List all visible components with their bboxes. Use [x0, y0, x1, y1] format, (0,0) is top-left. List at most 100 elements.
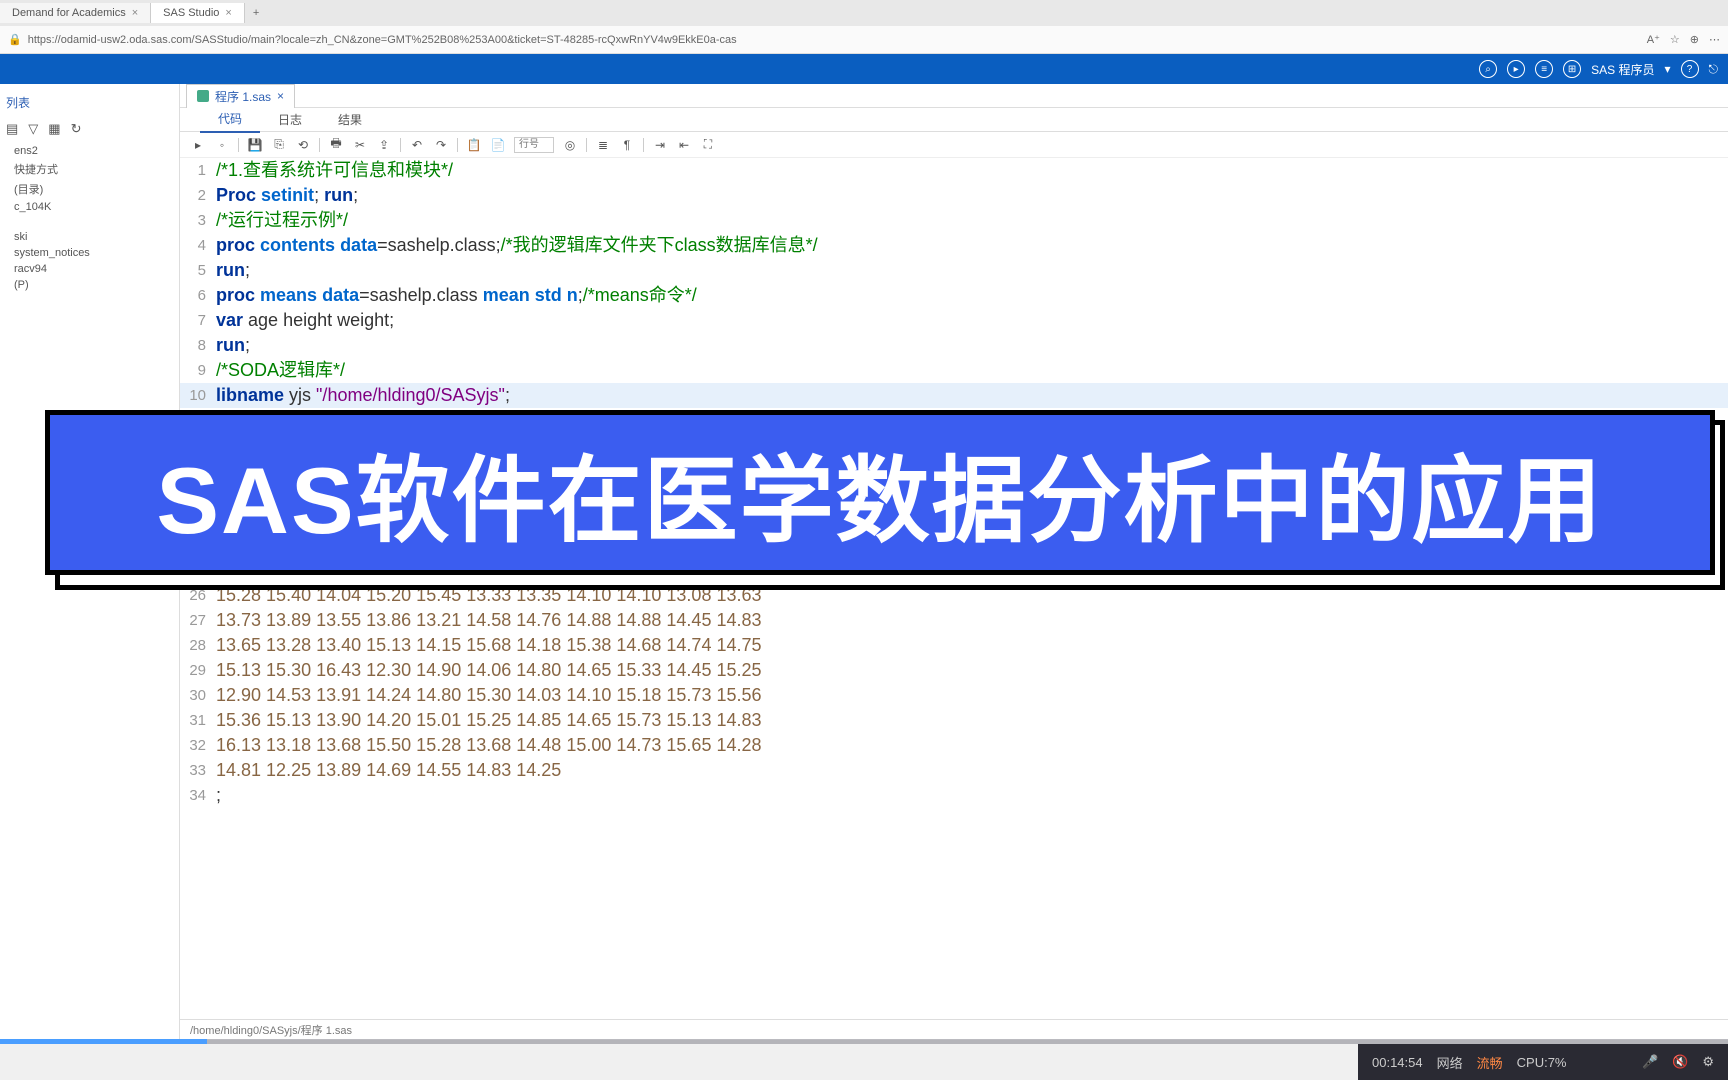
net-label: 网络: [1437, 1053, 1463, 1072]
close-icon[interactable]: ×: [277, 89, 284, 103]
share-icon[interactable]: ⇪: [376, 137, 392, 153]
status-path: /home/hlding0/SASyjs/程序 1.sas: [180, 1019, 1728, 1040]
code-line[interactable]: 3/*运行过程示例*/: [180, 208, 1728, 233]
format-icon[interactable]: ≣: [595, 137, 611, 153]
code-text: var age height weight;: [216, 308, 1728, 333]
editor-toolbar: ▸ ◦ 💾 ⎘ ⟲ 🖶 ✂ ⇪ ↶ ↷ 📋 📄 ◎ ≣ ¶ ⇥ ⇤ ⛶: [180, 132, 1728, 158]
code-line[interactable]: 4proc contents data=sashelp.class;/*我的逻辑…: [180, 233, 1728, 258]
view-icon[interactable]: ▦: [48, 121, 60, 137]
help-icon[interactable]: ?: [1681, 60, 1699, 78]
code-line[interactable]: 3012.90 14.53 13.91 14.24 14.80 15.30 14…: [180, 683, 1728, 708]
print-icon[interactable]: 🖶: [328, 137, 344, 153]
dropdown-icon[interactable]: ▾: [1664, 62, 1670, 76]
line-number: 9: [180, 358, 216, 383]
more-icon[interactable]: ⊞: [1563, 60, 1581, 78]
redo-icon[interactable]: ↷: [433, 137, 449, 153]
new-tab-button[interactable]: +: [245, 3, 267, 23]
fullscreen-icon[interactable]: ⛶: [700, 137, 716, 153]
url-text[interactable]: https://odamid-usw2.oda.sas.com/SASStudi…: [28, 34, 1647, 46]
expand-icon[interactable]: ▤: [6, 121, 18, 137]
sidebar-item[interactable]: (目录): [6, 179, 173, 199]
read-aloud-icon[interactable]: A⁺: [1647, 33, 1660, 46]
run-icon[interactable]: ▸: [190, 137, 206, 153]
refresh-icon[interactable]: ↻: [71, 121, 82, 137]
code-line[interactable]: 3314.81 12.25 13.89 14.69 14.55 14.83 14…: [180, 758, 1728, 783]
tab-title: SAS Studio: [163, 7, 219, 19]
code-text: 16.13 13.18 13.68 15.50 15.28 13.68 14.4…: [216, 733, 1728, 758]
undo-icon[interactable]: ↶: [409, 137, 425, 153]
copy-icon[interactable]: 📋: [466, 137, 482, 153]
code-line[interactable]: 10libname yjs "/home/hlding0/SASyjs";: [180, 383, 1728, 408]
code-line[interactable]: 3216.13 13.18 13.68 15.50 15.28 13.68 14…: [180, 733, 1728, 758]
saveas-icon[interactable]: ⎘: [271, 137, 287, 153]
paste-icon[interactable]: 📄: [490, 137, 506, 153]
mic-icon[interactable]: 🎤: [1642, 1054, 1658, 1070]
sidebar-item[interactable]: ens2: [6, 143, 173, 159]
code-line[interactable]: 2915.13 15.30 16.43 12.30 14.90 14.06 14…: [180, 658, 1728, 683]
new-icon[interactable]: ▸: [1507, 60, 1525, 78]
sidebar-item[interactable]: racv94: [6, 261, 173, 277]
tab-title: Demand for Academics: [12, 7, 126, 19]
code-line[interactable]: 3115.36 15.13 13.90 14.20 15.01 15.25 14…: [180, 708, 1728, 733]
file-tab-label: 程序 1.sas: [215, 88, 271, 105]
line-number: 33: [180, 758, 216, 783]
line-number: 27: [180, 608, 216, 633]
file-tab[interactable]: 程序 1.sas ×: [186, 84, 295, 108]
line-input[interactable]: [514, 137, 554, 153]
cpu-label: CPU:7%: [1517, 1055, 1567, 1070]
tab-code[interactable]: 代码: [200, 106, 260, 133]
code-line[interactable]: 1/*1.查看系统许可信息和模块*/: [180, 158, 1728, 183]
close-icon[interactable]: ×: [132, 7, 138, 19]
indent-icon[interactable]: ⇥: [652, 137, 668, 153]
search-icon[interactable]: ⌕: [1479, 60, 1497, 78]
line-number: 10: [180, 383, 216, 408]
collections-icon[interactable]: ⊕: [1690, 33, 1699, 46]
code-line[interactable]: 2813.65 13.28 13.40 15.13 14.15 15.68 14…: [180, 633, 1728, 658]
programmer-label[interactable]: SAS 程序员: [1591, 61, 1654, 78]
history-icon[interactable]: ⟲: [295, 137, 311, 153]
sidebar-item[interactable]: system_notices: [6, 245, 173, 261]
net-status: 流畅: [1477, 1053, 1503, 1072]
favorite-icon[interactable]: ☆: [1670, 33, 1680, 46]
close-icon[interactable]: ×: [225, 7, 231, 19]
wrap-icon[interactable]: ¶: [619, 137, 635, 153]
list-icon[interactable]: ≡: [1535, 60, 1553, 78]
save-icon[interactable]: 💾: [247, 137, 263, 153]
goto-icon[interactable]: ◎: [562, 137, 578, 153]
code-line[interactable]: 6proc means data=sashelp.class mean std …: [180, 283, 1728, 308]
sidebar-item[interactable]: c_104K: [6, 199, 173, 215]
line-number: 34: [180, 783, 216, 808]
tab-log[interactable]: 日志: [260, 107, 320, 132]
menu-icon[interactable]: ⋯: [1709, 33, 1720, 46]
code-line[interactable]: 7var age height weight;: [180, 308, 1728, 333]
code-line[interactable]: 5run;: [180, 258, 1728, 283]
code-text: /*运行过程示例*/: [216, 208, 1728, 233]
code-text: 12.90 14.53 13.91 14.24 14.80 15.30 14.0…: [216, 683, 1728, 708]
code-text: 15.13 15.30 16.43 12.30 14.90 14.06 14.8…: [216, 658, 1728, 683]
code-line[interactable]: 9/*SODA逻辑库*/: [180, 358, 1728, 383]
code-text: /*1.查看系统许可信息和模块*/: [216, 158, 1728, 183]
code-line[interactable]: 34;: [180, 783, 1728, 808]
file-icon: [197, 90, 209, 102]
browser-tab[interactable]: Demand for Academics ×: [0, 3, 151, 23]
line-number: 3: [180, 208, 216, 233]
sidebar-item[interactable]: 快捷方式: [6, 159, 173, 179]
title-banner: SAS软件在医学数据分析中的应用: [45, 410, 1725, 590]
outdent-icon[interactable]: ⇤: [676, 137, 692, 153]
code-text: run;: [216, 258, 1728, 283]
stop-icon[interactable]: ◦: [214, 137, 230, 153]
signout-icon[interactable]: ⎋: [1709, 62, 1719, 77]
browser-tab[interactable]: SAS Studio ×: [151, 3, 245, 23]
filter-icon[interactable]: ▽: [28, 121, 38, 137]
volume-icon[interactable]: 🔇: [1672, 1054, 1688, 1070]
sidebar-item[interactable]: (P): [6, 277, 173, 293]
settings-icon[interactable]: ⚙: [1702, 1054, 1714, 1070]
code-line[interactable]: 8run;: [180, 333, 1728, 358]
code-line[interactable]: 2713.73 13.89 13.55 13.86 13.21 14.58 14…: [180, 608, 1728, 633]
sidebar-item[interactable]: ski: [6, 229, 173, 245]
cut-icon[interactable]: ✂: [352, 137, 368, 153]
video-controls: 00:14:54 网络流畅 CPU:7% 🎤 🔇 ⚙: [1358, 1044, 1728, 1080]
tab-results[interactable]: 结果: [320, 107, 380, 132]
sub-tab-row: 代码 日志 结果: [180, 108, 1728, 132]
code-line[interactable]: 2Proc setinit; run;: [180, 183, 1728, 208]
